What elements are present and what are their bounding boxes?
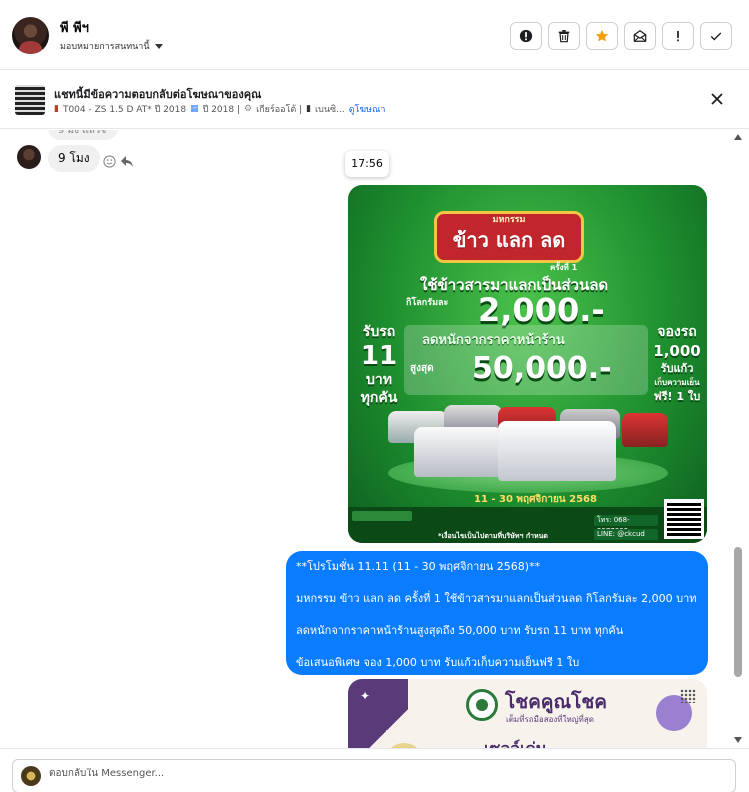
alert-circle-icon — [519, 29, 533, 43]
ad-details: ▮ T004 - ZS 1.5 D AT* ปี 2018 ▦ ปี 2018 … — [54, 102, 385, 116]
ad-banner-title: แชทนี้มีข้อความตอบกลับต่อโฆษณาของคุณ — [54, 88, 262, 101]
promo-right-c: รับแก้ว — [660, 362, 694, 375]
ad-reply-banner: แชทนี้มีข้อความตอบกลับต่อโฆษณาของคุณ ▮ T… — [0, 71, 749, 129]
calendar-icon: ▦ — [190, 104, 199, 114]
star-icon — [595, 29, 609, 42]
contact-avatar[interactable] — [12, 17, 49, 54]
promo-tel: โทร: 068-5577932 — [594, 515, 658, 535]
scrollbar-thumb[interactable] — [734, 547, 742, 677]
report-spam-button[interactable] — [510, 22, 542, 50]
promo-right-d: เก็บความเย็น — [654, 378, 700, 387]
outgoing-message[interactable]: **โปรโมชั่น 11.11 (11 - 30 พฤศจิกายน 256… — [286, 551, 708, 675]
ad-year: ปี 2018 | — [202, 105, 240, 115]
reply-input[interactable] — [49, 768, 649, 779]
car-illustration — [414, 427, 502, 477]
react-icon[interactable] — [103, 155, 116, 168]
promo-line-id: LINE: @ckcud — [594, 529, 658, 540]
promo-note: *เงื่อนไขเป็นไปตามที่บริษัทฯ กำหนด — [438, 532, 548, 540]
mark-done-button[interactable] — [700, 22, 732, 50]
promo-right-a: จองรถ — [657, 324, 697, 340]
promo-discount-line: ลดหนักจากราคาหน้าร้าน — [422, 333, 565, 348]
sender-avatar — [17, 145, 41, 169]
promo-per-kg: กิโลกรัมละ — [406, 298, 449, 308]
brand-logo — [466, 689, 498, 721]
decor-shape — [348, 679, 408, 748]
promo-date: 11 - 30 พฤศจิกายน 2568 — [474, 494, 597, 505]
promo-image-message-2[interactable]: ✦ โชคคูณโชค เต็มที่รถมือสองที่ใหญ่ที่สุด… — [348, 679, 707, 748]
assign-conversation-dropdown[interactable]: มอบหมายการสนทนานี้ — [60, 39, 163, 53]
ad-gear: เกียร์ออโต้ | — [256, 105, 303, 115]
promo-amount-2000: 2,000.- — [478, 291, 605, 329]
reply-composer[interactable] — [12, 759, 736, 792]
sparkle-icon: ✦ — [360, 689, 371, 703]
scroll-down-arrow[interactable] — [734, 737, 742, 743]
conversation-panel: พี พีฯ มอบหมายการสนทนานี้ แชทนี้มีข้อควา… — [0, 0, 749, 792]
promo-right-e: ฟรี! 1 ใบ — [653, 390, 701, 403]
car-illustration — [622, 413, 668, 447]
gear-icon: ⚙ — [244, 104, 253, 114]
car-icon: ▮ — [54, 104, 59, 114]
trash-icon — [558, 30, 570, 43]
previous-message: 9 ม่ง เเสร็จ — [48, 130, 118, 140]
promo-left-d: ทุกคัน — [360, 390, 398, 406]
timestamp-chip: 17:56 — [345, 151, 389, 177]
promo-left-a: รับรถ — [362, 324, 396, 340]
ad-fuel: เบนซิ... — [315, 105, 345, 115]
fuel-icon: ▮ — [306, 104, 312, 114]
promo-title-box: มหกรรม ข้าว แลก ลด — [434, 211, 584, 263]
follow-up-button[interactable] — [662, 22, 694, 50]
delete-button[interactable] — [548, 22, 580, 50]
contact-name[interactable]: พี พีฯ — [60, 17, 89, 38]
promo-max-label: สูงสุด — [410, 363, 434, 374]
page-avatar — [21, 766, 41, 786]
star-button[interactable] — [586, 22, 618, 50]
dealer-logo — [352, 511, 412, 521]
promo-image-message[interactable]: มหกรรม ข้าว แลก ลด ครั้งที่ 1 ใช้ข้าวสาร… — [348, 185, 707, 543]
check-icon — [710, 32, 722, 41]
view-ad-link[interactable]: ดูโฆษณา — [349, 102, 386, 116]
ad-model: T004 - ZS 1.5 D AT* ปี 2018 — [62, 105, 187, 115]
message-line: มหกรรม ข้าว แลก ลด ครั้งที่ 1 ใช้ข้าวสาร… — [296, 592, 697, 605]
car-illustration — [498, 421, 616, 481]
promo-left-c: บาท — [366, 372, 392, 388]
message-line: **โปรโมชั่น 11.11 (11 - 30 พฤศจิกายน 256… — [296, 560, 541, 573]
chevron-down-icon — [154, 43, 163, 49]
decor-dots — [680, 689, 696, 703]
scroll-up-arrow[interactable] — [734, 134, 742, 140]
mail-open-icon — [633, 30, 647, 42]
promo-left-b: 11 — [360, 341, 398, 371]
promo-right-b: 1,000 — [653, 342, 701, 360]
promo-left-offer: รับรถ 11 บาท ทุกคัน — [354, 323, 404, 407]
promo-title-small: มหกรรม — [492, 215, 526, 225]
header-actions — [510, 22, 732, 50]
promo-amount-50000: 50,000.- — [472, 351, 612, 386]
promo-right-offer: จองรถ 1,000 รับแก้ว เก็บความเย็น ฟรี! 1 … — [650, 323, 704, 405]
message-line: ลดหนักจากราคาหน้าร้านสูงสุดถึง 50,000 บา… — [296, 624, 624, 637]
reply-icon[interactable] — [120, 155, 134, 168]
composer-area — [0, 748, 749, 792]
promo-title-big: ข้าว แลก ลด — [452, 228, 566, 252]
ad-thumbnail — [15, 85, 45, 115]
close-icon[interactable] — [710, 92, 724, 106]
qr-code — [664, 499, 704, 539]
message-thread[interactable]: 9 ม่ง เเสร็จ 9 โมง 17:56 มหกรรม ข้าว แลก… — [0, 130, 749, 748]
promo2-word: เซลล์เด่น — [484, 737, 547, 748]
promo2-subtitle: เต็มที่รถมือสองที่ใหญ่ที่สุด — [506, 715, 594, 724]
conversation-header: พี พีฯ มอบหมายการสนทนานี้ — [0, 0, 749, 70]
incoming-message[interactable]: 9 โมง — [48, 145, 100, 172]
assign-label: มอบหมายการสนทนานี้ — [60, 42, 150, 52]
exclamation-icon — [677, 30, 679, 42]
mark-unread-button[interactable] — [624, 22, 656, 50]
